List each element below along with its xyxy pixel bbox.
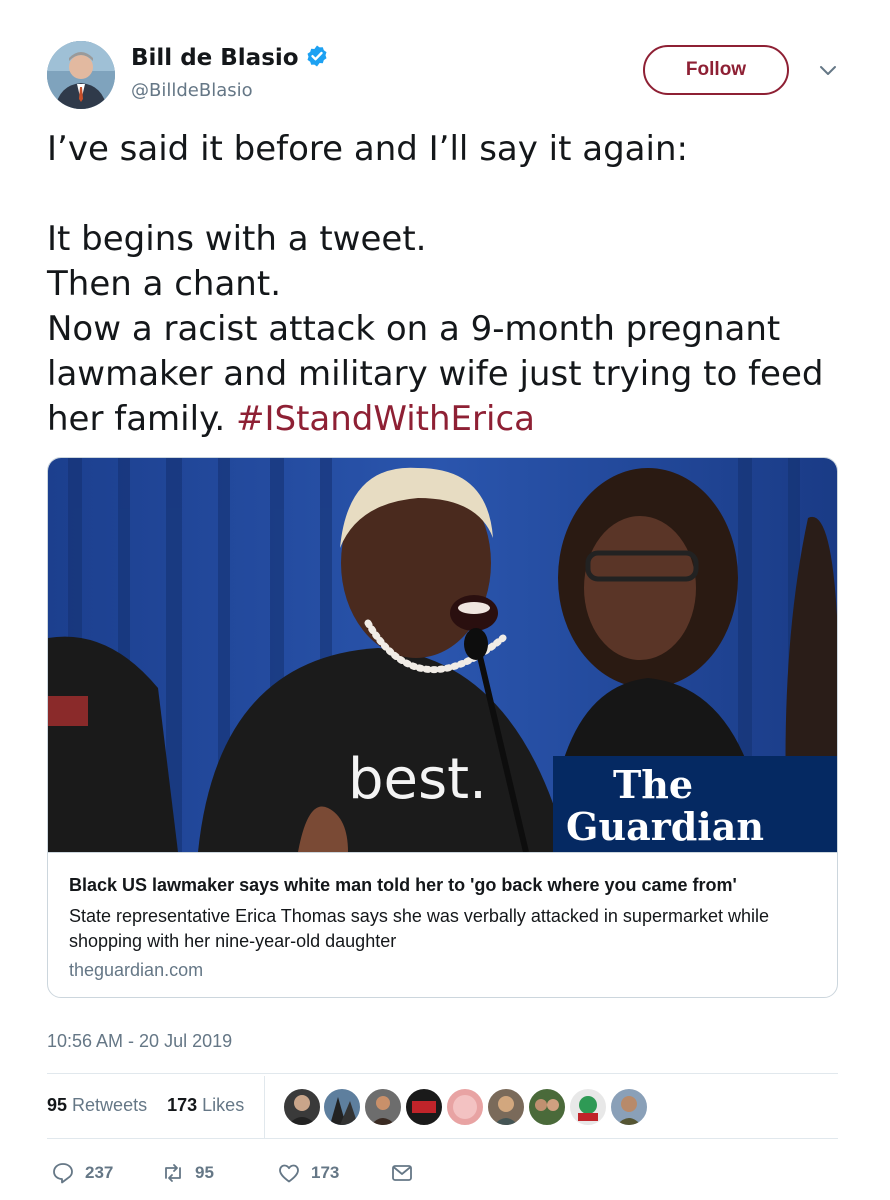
retweet-count: 95 <box>195 1163 214 1182</box>
liker-avatar[interactable] <box>609 1087 649 1127</box>
liker-avatar[interactable] <box>527 1087 567 1127</box>
direct-message-button[interactable] <box>390 1158 414 1188</box>
card-body[interactable]: Black US lawmaker says white man told he… <box>48 852 837 997</box>
author-name[interactable]: Bill de Blasio <box>131 44 329 71</box>
author-avatar[interactable] <box>47 41 115 109</box>
hashtag-link[interactable]: #IStandWithErica <box>236 399 535 439</box>
tweet-stats: 95 Retweets 173 Likes <box>47 1095 244 1116</box>
divider <box>47 1138 838 1139</box>
like-count: 173 <box>311 1163 340 1182</box>
reply-button[interactable]: 237 <box>51 1158 113 1188</box>
retweets-count: 95 <box>47 1095 68 1115</box>
like-button[interactable]: 173 <box>277 1158 339 1188</box>
tweet-text: I’ve said it before and I’ll say it agai… <box>47 127 867 442</box>
divider <box>47 1073 838 1074</box>
reply-count: 237 <box>85 1163 114 1182</box>
likes-count: 173 <box>167 1095 198 1115</box>
tweet-timestamp[interactable]: 10:56 AM - 20 Jul 2019 <box>47 1031 232 1052</box>
guardian-logo-the: The <box>613 762 693 807</box>
retweets-stat[interactable]: 95 Retweets <box>47 1095 147 1115</box>
retweet-icon <box>165 1164 181 1182</box>
tweet-line-text: her family. <box>47 399 226 439</box>
chevron-down-icon[interactable] <box>817 62 839 80</box>
liker-avatar[interactable] <box>404 1087 444 1127</box>
link-card[interactable]: best. The Guardian Black US lawmaker say… <box>47 457 838 998</box>
tweet-line: It begins with a tweet. <box>47 219 427 259</box>
follow-button[interactable]: Follow <box>643 45 789 95</box>
liker-avatar[interactable] <box>282 1087 322 1127</box>
guardian-logo-guardian: Guardian <box>566 804 764 849</box>
tweet-line-last: her family. #IStandWithErica <box>47 397 867 442</box>
tweet-line: Then a chant. <box>47 264 281 304</box>
card-description: State representative Erica Thomas says s… <box>69 906 769 951</box>
liker-avatar[interactable] <box>322 1087 362 1127</box>
likes-label: Likes <box>202 1095 245 1115</box>
tweet-line: Now a racist attack on a 9-month pregnan… <box>47 309 781 349</box>
liker-avatar[interactable] <box>486 1087 526 1127</box>
author-handle[interactable]: @BilldeBlasio <box>131 80 253 101</box>
stats-separator <box>264 1076 265 1138</box>
tweet-line: lawmaker and military wife just trying t… <box>47 354 824 394</box>
reply-icon <box>53 1163 73 1184</box>
card-image[interactable]: best. The Guardian <box>48 458 837 853</box>
card-title[interactable]: Black US lawmaker says white man told he… <box>69 875 737 896</box>
heart-icon <box>279 1164 299 1183</box>
shirt-text: best. <box>348 747 487 812</box>
card-domain: theguardian.com <box>69 960 204 980</box>
liker-avatar[interactable] <box>363 1087 403 1127</box>
retweets-label: Retweets <box>72 1095 148 1115</box>
retweet-button[interactable]: 95 <box>161 1158 214 1188</box>
tweet-line: I’ve said it before and I’ll say it agai… <box>47 129 688 169</box>
verified-badge-icon <box>305 44 329 68</box>
liker-avatar[interactable] <box>568 1087 608 1127</box>
liker-avatar[interactable] <box>445 1087 485 1127</box>
likes-stat[interactable]: 173 Likes <box>167 1095 244 1115</box>
tweet-line-gap <box>47 172 867 217</box>
envelope-icon <box>392 1165 412 1181</box>
